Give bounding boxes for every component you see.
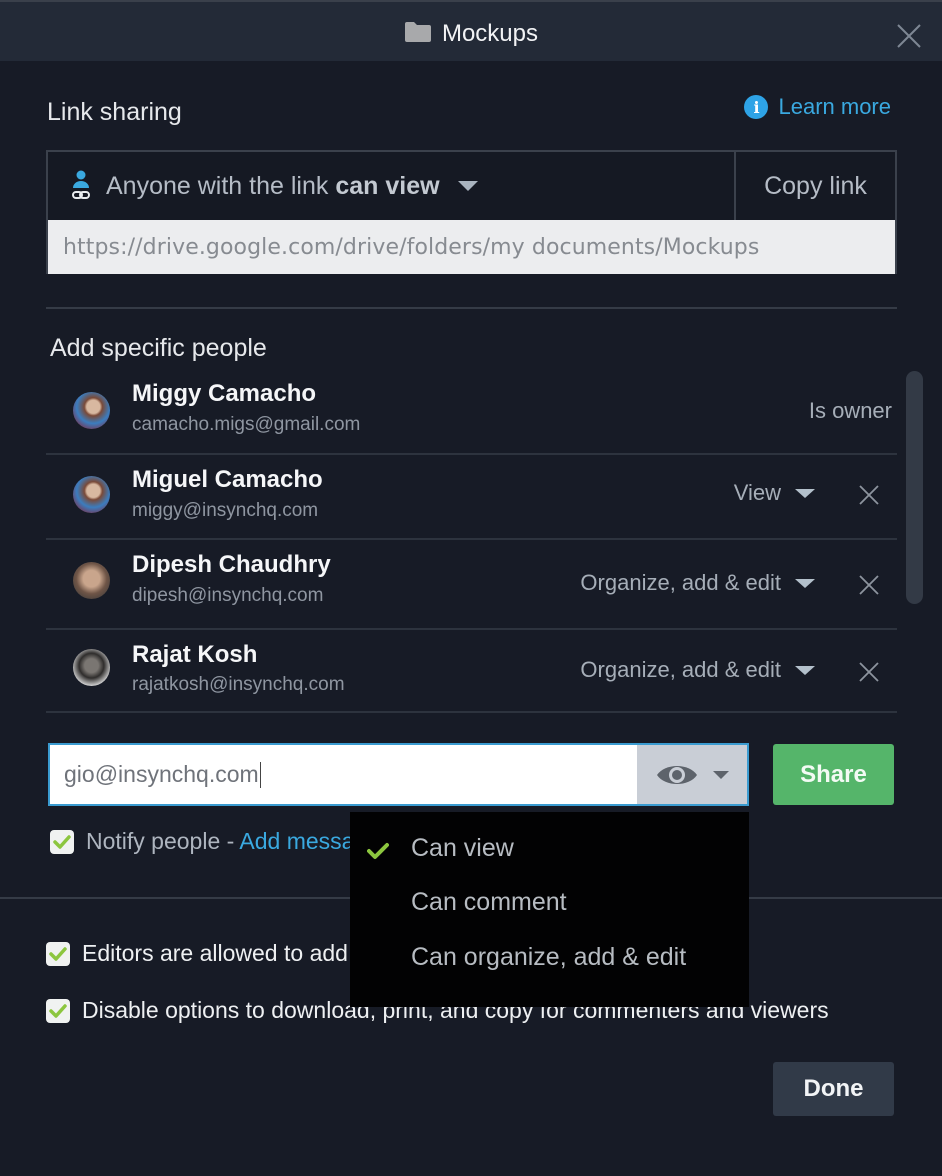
link-access-dropdown[interactable]: Anyone with the link can view (48, 152, 734, 220)
person-role-label: Organize, add & edit (580, 657, 781, 682)
person-link-icon (72, 170, 90, 199)
avatar (73, 649, 110, 686)
add-people-heading: Add specific people (50, 334, 267, 362)
checkmark-icon (53, 834, 71, 849)
person-name: Dipesh Chaudhry (132, 551, 331, 578)
person-role-dropdown[interactable]: Organize, add & edit (580, 657, 815, 683)
person-role-dropdown[interactable]: View (734, 480, 815, 506)
permission-dropdown-button[interactable] (637, 745, 747, 804)
chevron-down-icon (457, 181, 478, 191)
dialog-title: Mockups (0, 20, 942, 48)
invite-email-value: gio@insynchq.com (64, 761, 259, 787)
share-button[interactable]: Share (773, 744, 894, 805)
dialog-title-text: Mockups (441, 20, 539, 47)
permission-option-can-comment[interactable]: Can comment (411, 888, 567, 917)
remove-person-button[interactable] (858, 574, 880, 596)
notify-people-row: Notify people - Add message (50, 828, 380, 855)
remove-person-button[interactable] (858, 661, 880, 683)
row-divider (46, 711, 897, 713)
person-role: Is owner (808, 398, 892, 423)
person-email: dipesh@insynchq.com (132, 585, 324, 606)
chevron-down-icon (713, 770, 729, 779)
person-email: rajatkosh@insynchq.com (132, 674, 345, 695)
close-button[interactable] (896, 23, 922, 49)
person-email: miggy@insynchq.com (132, 500, 319, 521)
row-divider (46, 538, 897, 540)
invite-email-input[interactable]: gio@insynchq.com (48, 743, 749, 806)
selected-check-icon (367, 842, 389, 860)
people-list-scrollbar[interactable] (906, 371, 923, 604)
person-role-label: View (733, 480, 781, 505)
text-cursor (259, 761, 261, 788)
link-sharing-box: Anyone with the link can view Copy link … (46, 150, 897, 274)
person-name: Miggy Camacho (132, 380, 317, 407)
row-divider (46, 453, 897, 455)
permission-option-can-organize[interactable]: Can organize, add & edit (411, 943, 686, 972)
row-divider (46, 628, 897, 630)
notify-people-checkbox[interactable] (50, 829, 74, 854)
checkmark-icon (49, 946, 67, 961)
share-url-field[interactable]: https://drive.google.com/drive/folders/m… (48, 220, 895, 274)
avatar (73, 562, 110, 599)
section-divider (46, 307, 897, 309)
learn-more-link[interactable]: i Learn more (744, 94, 891, 120)
close-icon (859, 485, 879, 505)
avatar (73, 392, 110, 429)
editors-setting-checkbox[interactable] (46, 941, 70, 966)
person-role-dropdown[interactable]: Organize, add & edit (580, 570, 815, 596)
person-role-label: Organize, add & edit (580, 570, 781, 595)
link-access-prefix: Anyone with the link (106, 171, 329, 200)
permission-option-can-view[interactable]: Can view (411, 834, 514, 863)
eye-icon (657, 765, 697, 784)
close-icon (897, 24, 921, 48)
info-icon: i (744, 95, 769, 119)
done-button[interactable]: Done (773, 1062, 894, 1116)
notify-people-label: Notify people - (86, 828, 240, 854)
avatar (73, 476, 110, 513)
close-icon (859, 575, 879, 595)
chevron-down-icon (795, 488, 815, 498)
chevron-down-icon (795, 578, 815, 588)
link-access-level: can view (335, 171, 440, 200)
title-bar: Mockups (0, 0, 942, 61)
person-name: Rajat Kosh (132, 641, 258, 668)
checkmark-icon (49, 1003, 67, 1018)
copy-link-button[interactable]: Copy link (734, 152, 895, 220)
learn-more-label: Learn more (778, 94, 891, 119)
link-sharing-heading: Link sharing (47, 98, 182, 126)
person-email: camacho.migs@gmail.com (132, 414, 361, 435)
permission-menu: Can view Can comment Can organize, add &… (350, 812, 749, 1007)
person-name: Miguel Camacho (132, 466, 323, 493)
chevron-down-icon (795, 665, 815, 675)
close-icon (859, 662, 879, 682)
disable-download-checkbox[interactable] (46, 998, 70, 1023)
folder-icon (404, 21, 432, 42)
remove-person-button[interactable] (858, 484, 880, 506)
